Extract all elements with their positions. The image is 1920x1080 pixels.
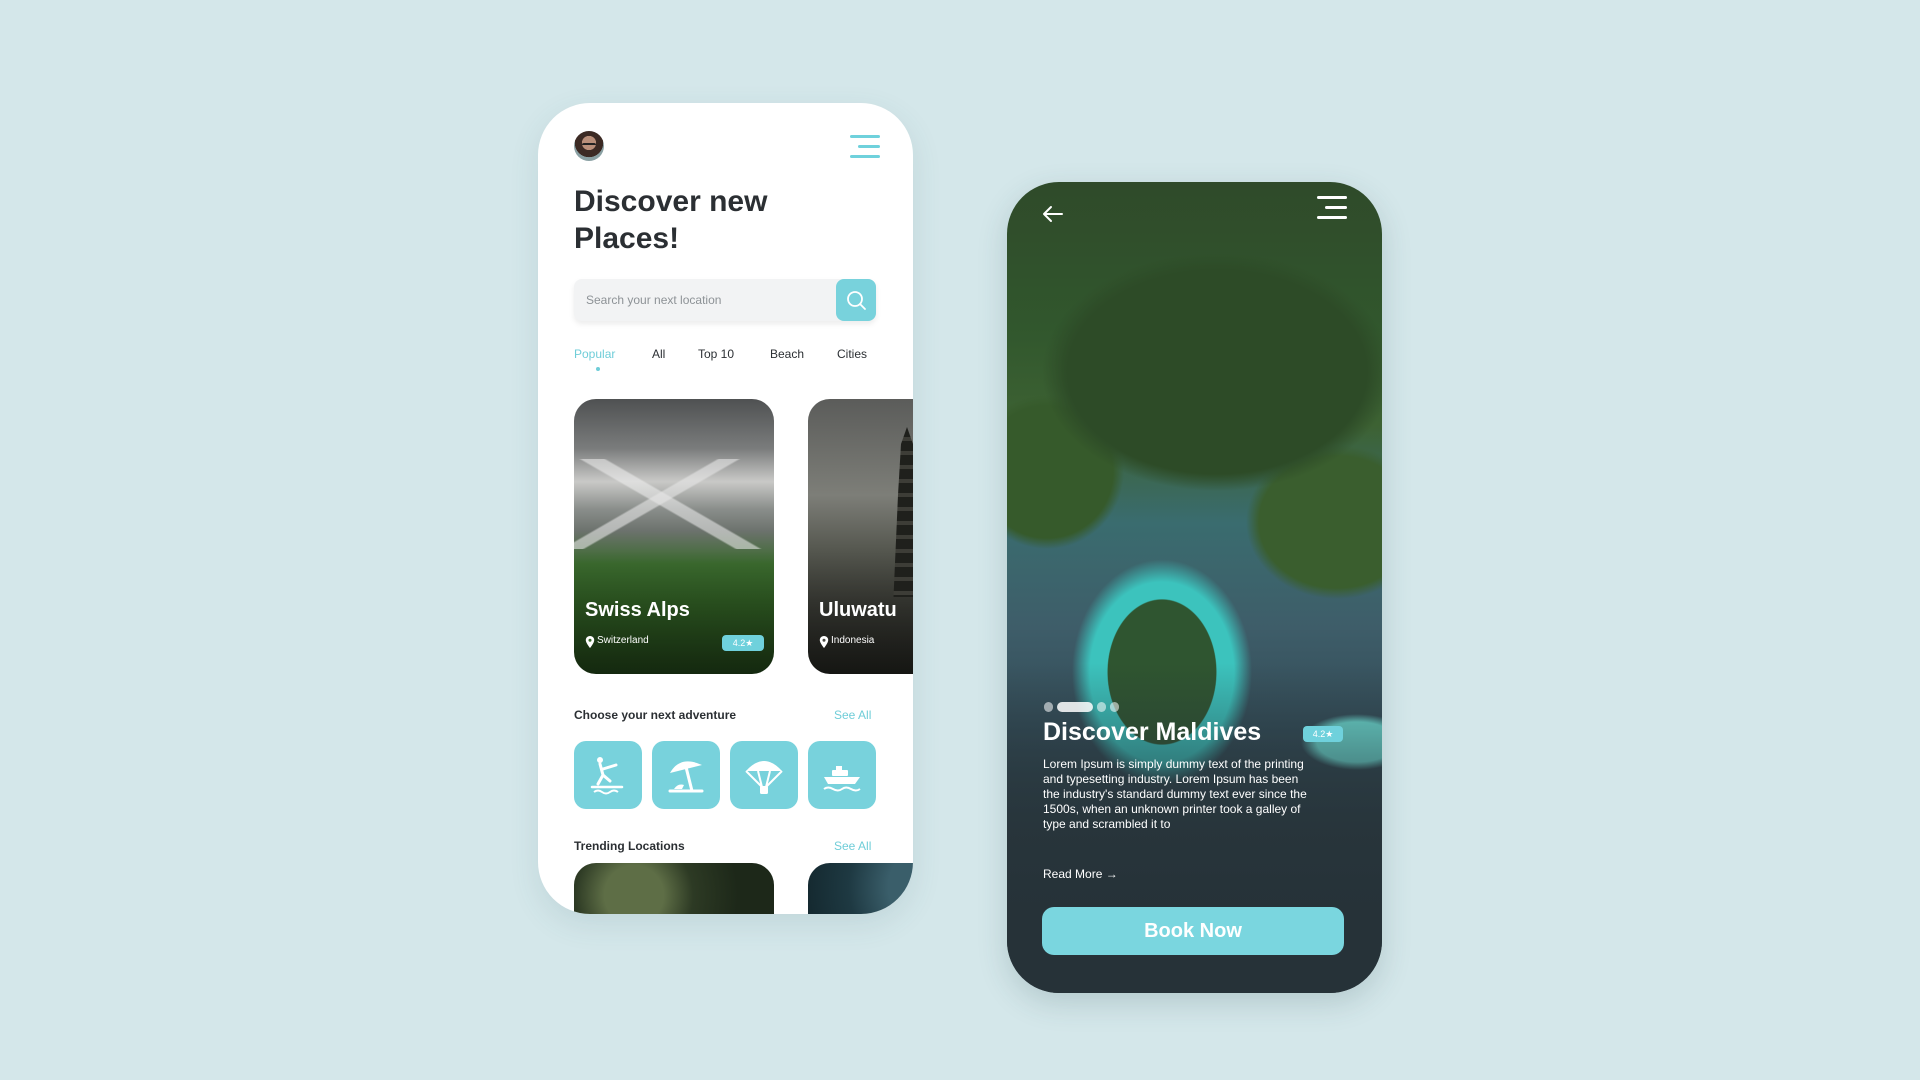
adventure-boat[interactable] xyxy=(808,741,876,809)
tab-all[interactable]: All xyxy=(652,347,665,361)
search-button[interactable] xyxy=(836,279,876,321)
rating-badge: 4.2★ xyxy=(1303,726,1343,742)
search-bar xyxy=(574,279,876,321)
adventure-beach[interactable] xyxy=(652,741,720,809)
place-location-text: Switzerland xyxy=(597,635,649,646)
place-name: Uluwatu xyxy=(819,599,897,621)
boat-icon xyxy=(823,766,861,792)
adventure-options xyxy=(574,741,878,811)
place-card-swiss-alps[interactable]: Swiss Alps Switzerland 4.2★ xyxy=(574,399,774,674)
detail-screen: Discover Maldives 4.2★ Lorem Ipsum is si… xyxy=(1007,182,1382,993)
home-screen: Discover new Places! Popular All Top 10 … xyxy=(538,103,913,914)
tab-popular[interactable]: Popular xyxy=(574,347,615,361)
adventure-water-ski[interactable] xyxy=(574,741,642,809)
place-name: Swiss Alps xyxy=(585,599,690,621)
location-pin-icon xyxy=(585,636,595,648)
trending-see-all-link[interactable]: See All xyxy=(834,839,871,853)
tab-cities[interactable]: Cities xyxy=(837,347,867,361)
location-pin-icon xyxy=(819,636,829,648)
beach-umbrella-icon xyxy=(668,761,704,793)
trending-section-title: Trending Locations xyxy=(574,839,685,853)
back-arrow-icon[interactable] xyxy=(1041,202,1065,226)
trending-card[interactable] xyxy=(574,863,774,914)
place-location-text: Indonesia xyxy=(831,635,875,646)
trending-card[interactable] xyxy=(808,863,913,914)
tab-beach[interactable]: Beach xyxy=(770,347,804,361)
page-title: Discover new Places! xyxy=(574,185,768,255)
pagoda-image xyxy=(893,427,913,597)
parachute-icon xyxy=(745,761,783,794)
destination-title: Discover Maldives xyxy=(1043,718,1262,746)
adventure-section-title: Choose your next adventure xyxy=(574,708,737,722)
book-now-button[interactable]: Book Now xyxy=(1042,907,1344,955)
adventure-parachute[interactable] xyxy=(730,741,798,809)
active-tab-indicator xyxy=(596,367,600,371)
carousel-indicator[interactable] xyxy=(1044,702,1119,712)
destination-description: Lorem Ipsum is simply dummy text of the … xyxy=(1043,757,1307,831)
read-more-link[interactable]: Read More → xyxy=(1043,867,1118,881)
place-card-uluwatu[interactable]: Uluwatu Indonesia xyxy=(808,399,913,674)
menu-icon[interactable] xyxy=(1315,196,1347,220)
search-icon xyxy=(847,291,866,310)
search-input[interactable] xyxy=(574,279,836,321)
menu-icon[interactable] xyxy=(848,135,880,159)
category-tabs: Popular All Top 10 Beach Cities xyxy=(574,347,894,371)
rating-badge: 4.2★ xyxy=(722,635,764,651)
water-ski-icon xyxy=(590,757,624,795)
adventure-see-all-link[interactable]: See All xyxy=(834,708,871,722)
tab-top-10[interactable]: Top 10 xyxy=(698,347,734,361)
avatar[interactable] xyxy=(574,131,604,161)
